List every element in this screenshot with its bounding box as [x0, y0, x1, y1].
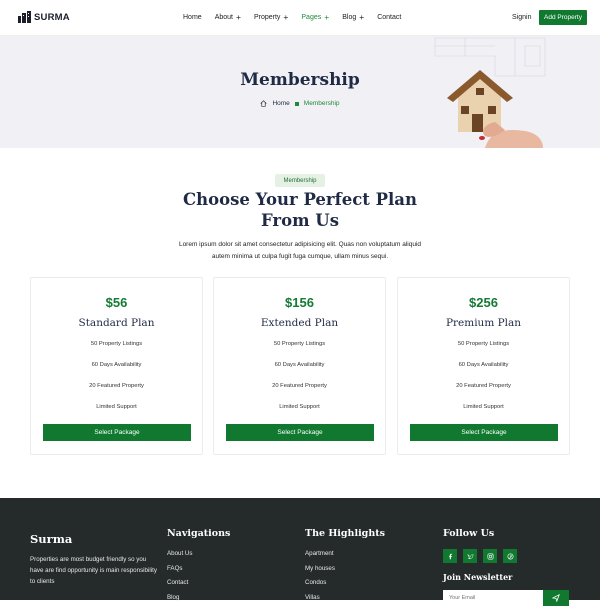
footer-link-apartment[interactable]: Apartment: [305, 550, 335, 565]
plan-feature: 50 Property Listings: [398, 340, 569, 361]
plan-feature: 60 Days Availability: [398, 361, 569, 382]
footer-link-villas[interactable]: Villas: [305, 594, 335, 608]
signin-link[interactable]: Signin: [512, 14, 531, 21]
top-navbar: SURMA Home About+ Property+ Pages+ Blog+…: [0, 0, 600, 36]
footer-link-faqs[interactable]: FAQs: [167, 565, 192, 580]
nav-item-about[interactable]: About+: [215, 14, 241, 21]
footer-link-condos[interactable]: Condos: [305, 579, 335, 594]
select-package-button[interactable]: Select Package: [43, 424, 191, 441]
plan-feature: 20 Featured Property: [31, 382, 202, 403]
plan-feature: 20 Featured Property: [398, 382, 569, 403]
plan-feature: Limited Support: [214, 403, 385, 424]
plan-features: 50 Property Listings 60 Days Availabilit…: [214, 340, 385, 424]
footer-highlights-list: Apartment My houses Condos Villas: [305, 550, 335, 608]
plan-features: 50 Property Listings 60 Days Availabilit…: [31, 340, 202, 424]
plan-feature: Limited Support: [398, 403, 569, 424]
nav-label: About: [215, 14, 233, 21]
twitter-button[interactable]: [463, 549, 477, 563]
plan-features: 50 Property Listings 60 Days Availabilit…: [398, 340, 569, 424]
building-icon: [18, 11, 31, 23]
page-title: Membership: [0, 70, 600, 90]
plan-feature: 20 Featured Property: [214, 382, 385, 403]
plan-price: $56: [31, 295, 202, 310]
house-in-hand-image: [425, 36, 555, 148]
newsletter-email-input[interactable]: [443, 590, 543, 606]
select-package-button[interactable]: Select Package: [410, 424, 558, 441]
plan-name: Premium Plan: [398, 317, 569, 329]
footer-link-about-us[interactable]: About Us: [167, 550, 192, 565]
section-title: Choose Your Perfect Plan From Us: [150, 189, 450, 231]
description-line: Lorem ipsum dolor sit amet consectetur a…: [170, 239, 430, 251]
footer-brand: Surma: [30, 532, 72, 546]
nav-label: Property: [254, 14, 280, 21]
breadcrumb-separator: [295, 102, 299, 106]
nav-label: Blog: [342, 14, 356, 21]
facebook-button[interactable]: [443, 549, 457, 563]
plan-feature: Limited Support: [31, 403, 202, 424]
footer-description: Properties are most budget friendly so y…: [30, 554, 160, 587]
plan-name: Extended Plan: [214, 317, 385, 329]
footer-link-blog[interactable]: Blog: [167, 594, 192, 608]
main-nav: Home About+ Property+ Pages+ Blog+ Conta…: [183, 14, 414, 21]
plan-name: Standard Plan: [31, 317, 202, 329]
nav-item-contact[interactable]: Contact: [377, 14, 401, 21]
logo-text: SURMA: [34, 12, 70, 23]
footer-highlights-title: The Highlights: [305, 528, 385, 539]
description-line: autem minima ut culpa fugit fuga cumque,…: [170, 251, 430, 263]
newsletter-submit-button[interactable]: [543, 590, 569, 606]
section-description: Lorem ipsum dolor sit amet consectetur a…: [170, 239, 430, 263]
plan-feature: 60 Days Availability: [214, 361, 385, 382]
twitter-icon: [467, 553, 474, 560]
nav-label: Pages: [301, 14, 321, 21]
breadcrumb-current: Membership: [304, 100, 340, 107]
instagram-button[interactable]: [483, 549, 497, 563]
plan-card-premium: $256 Premium Plan 50 Property Listings 6…: [397, 277, 570, 455]
footer-link-my-houses[interactable]: My houses: [305, 565, 335, 580]
nav-label: Contact: [377, 14, 401, 21]
breadcrumb: Home Membership: [0, 100, 600, 107]
nav-item-property[interactable]: Property+: [254, 14, 288, 21]
plan-card-standard: $56 Standard Plan 50 Property Listings 6…: [30, 277, 203, 455]
select-package-button[interactable]: Select Package: [226, 424, 374, 441]
logo[interactable]: SURMA: [18, 11, 70, 23]
home-icon: [260, 100, 267, 107]
section-title-line: Choose Your Perfect Plan: [150, 189, 450, 210]
newsletter-title: Join Newsletter: [443, 572, 512, 582]
footer-navigations-title: Navigations: [167, 528, 230, 539]
nav-label: Home: [183, 14, 202, 21]
plan-card-extended: $156 Extended Plan 50 Property Listings …: [213, 277, 386, 455]
send-icon: [552, 594, 560, 602]
section-badge: Membership: [275, 174, 325, 187]
plus-icon: +: [359, 14, 364, 21]
nav-item-blog[interactable]: Blog+: [342, 14, 364, 21]
plus-icon: +: [324, 14, 329, 21]
pinterest-button[interactable]: [503, 549, 517, 563]
page-hero: Membership Home Membership: [0, 36, 600, 148]
add-property-button[interactable]: Add Property: [539, 10, 587, 25]
plan-feature: 50 Property Listings: [214, 340, 385, 361]
social-links: [443, 549, 517, 563]
breadcrumb-home[interactable]: Home: [272, 100, 289, 107]
nav-item-pages[interactable]: Pages+: [301, 14, 329, 21]
plan-feature: 50 Property Listings: [31, 340, 202, 361]
facebook-icon: [447, 553, 454, 560]
plus-icon: +: [236, 14, 241, 21]
plan-price: $256: [398, 295, 569, 310]
footer-navigations-list: About Us FAQs Contact Blog: [167, 550, 192, 608]
nav-item-home[interactable]: Home: [183, 14, 202, 21]
pinterest-icon: [507, 553, 514, 560]
plus-icon: +: [283, 14, 288, 21]
footer-follow-title: Follow Us: [443, 528, 494, 539]
plan-feature: 60 Days Availability: [31, 361, 202, 382]
footer-link-contact[interactable]: Contact: [167, 579, 192, 594]
plan-price: $156: [214, 295, 385, 310]
section-title-line: From Us: [150, 210, 450, 231]
instagram-icon: [487, 553, 494, 560]
